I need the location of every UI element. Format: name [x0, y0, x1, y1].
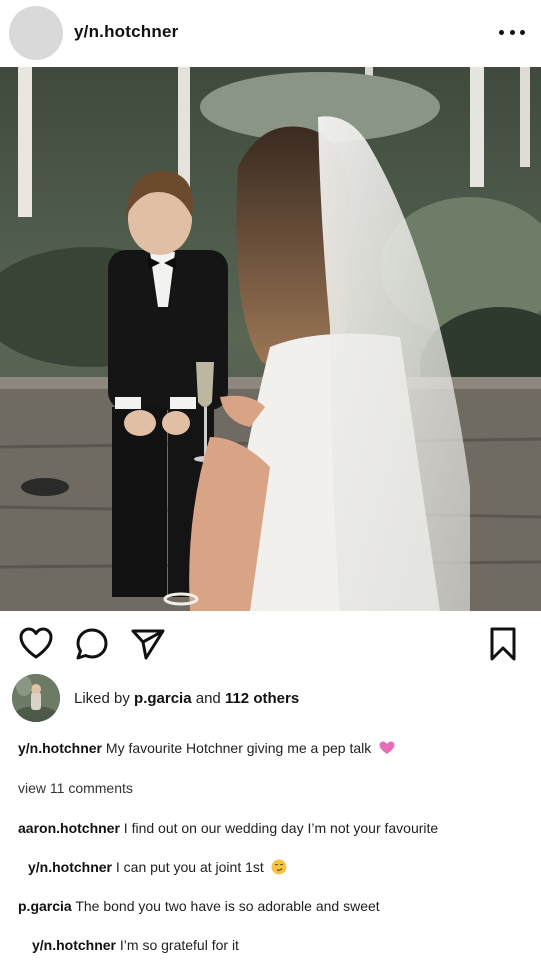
- liker-username[interactable]: p.garcia: [134, 690, 192, 707]
- comment-reply: y/n.hotchner I’m so grateful for it: [32, 937, 239, 953]
- comment-item: aaron.hotchner I find out on our wedding…: [18, 820, 438, 836]
- profile-avatar[interactable]: [9, 6, 63, 60]
- comment-reply: y/n.hotchner I can put you at joint 1st: [28, 859, 287, 875]
- likes-count[interactable]: 112 others: [225, 690, 299, 707]
- action-bar: [0, 620, 541, 668]
- comment-username[interactable]: y/n.hotchner: [28, 859, 112, 875]
- likes-row: Liked by p.garcia and 112 others: [0, 672, 541, 726]
- comment-text: I find out on our wedding day I’m not yo…: [123, 820, 439, 836]
- pink-heart-emoji-icon: [379, 741, 395, 755]
- post-username[interactable]: y/n.hotchner: [74, 22, 178, 42]
- comment-text: I’m so grateful for it: [119, 937, 239, 953]
- comment-text: The bond you two have is so adorable and…: [75, 898, 380, 914]
- caption: y/n.hotchner My favourite Hotchner givin…: [18, 740, 395, 756]
- paper-plane-icon[interactable]: [130, 626, 166, 662]
- likes-summary: Liked by p.garcia and 112 others: [74, 690, 299, 707]
- post-header: y/n.hotchner: [0, 0, 541, 66]
- comment-username[interactable]: aaron.hotchner: [18, 820, 120, 836]
- bookmark-outline-icon[interactable]: [485, 626, 521, 662]
- likes-prefix: Liked by: [74, 690, 135, 707]
- comment-text: I can put you at joint 1st: [115, 859, 264, 875]
- caption-text: My favourite Hotchner giving me a pep ta…: [105, 740, 372, 756]
- post-photo[interactable]: [0, 67, 541, 611]
- view-comments-link[interactable]: view 11 comments: [18, 780, 133, 796]
- comment-username[interactable]: y/n.hotchner: [32, 937, 116, 953]
- comment-item: p.garcia The bond you two have is so ado…: [18, 898, 380, 914]
- likes-and: and: [191, 690, 225, 707]
- comment-username[interactable]: p.garcia: [18, 898, 72, 914]
- liker-avatar[interactable]: [12, 674, 60, 722]
- caption-username[interactable]: y/n.hotchner: [18, 740, 102, 756]
- more-options-icon[interactable]: [499, 20, 525, 44]
- heart-outline-icon[interactable]: [18, 626, 54, 662]
- smirk-emoji-icon: [271, 859, 287, 875]
- comment-bubble-icon[interactable]: [74, 626, 110, 662]
